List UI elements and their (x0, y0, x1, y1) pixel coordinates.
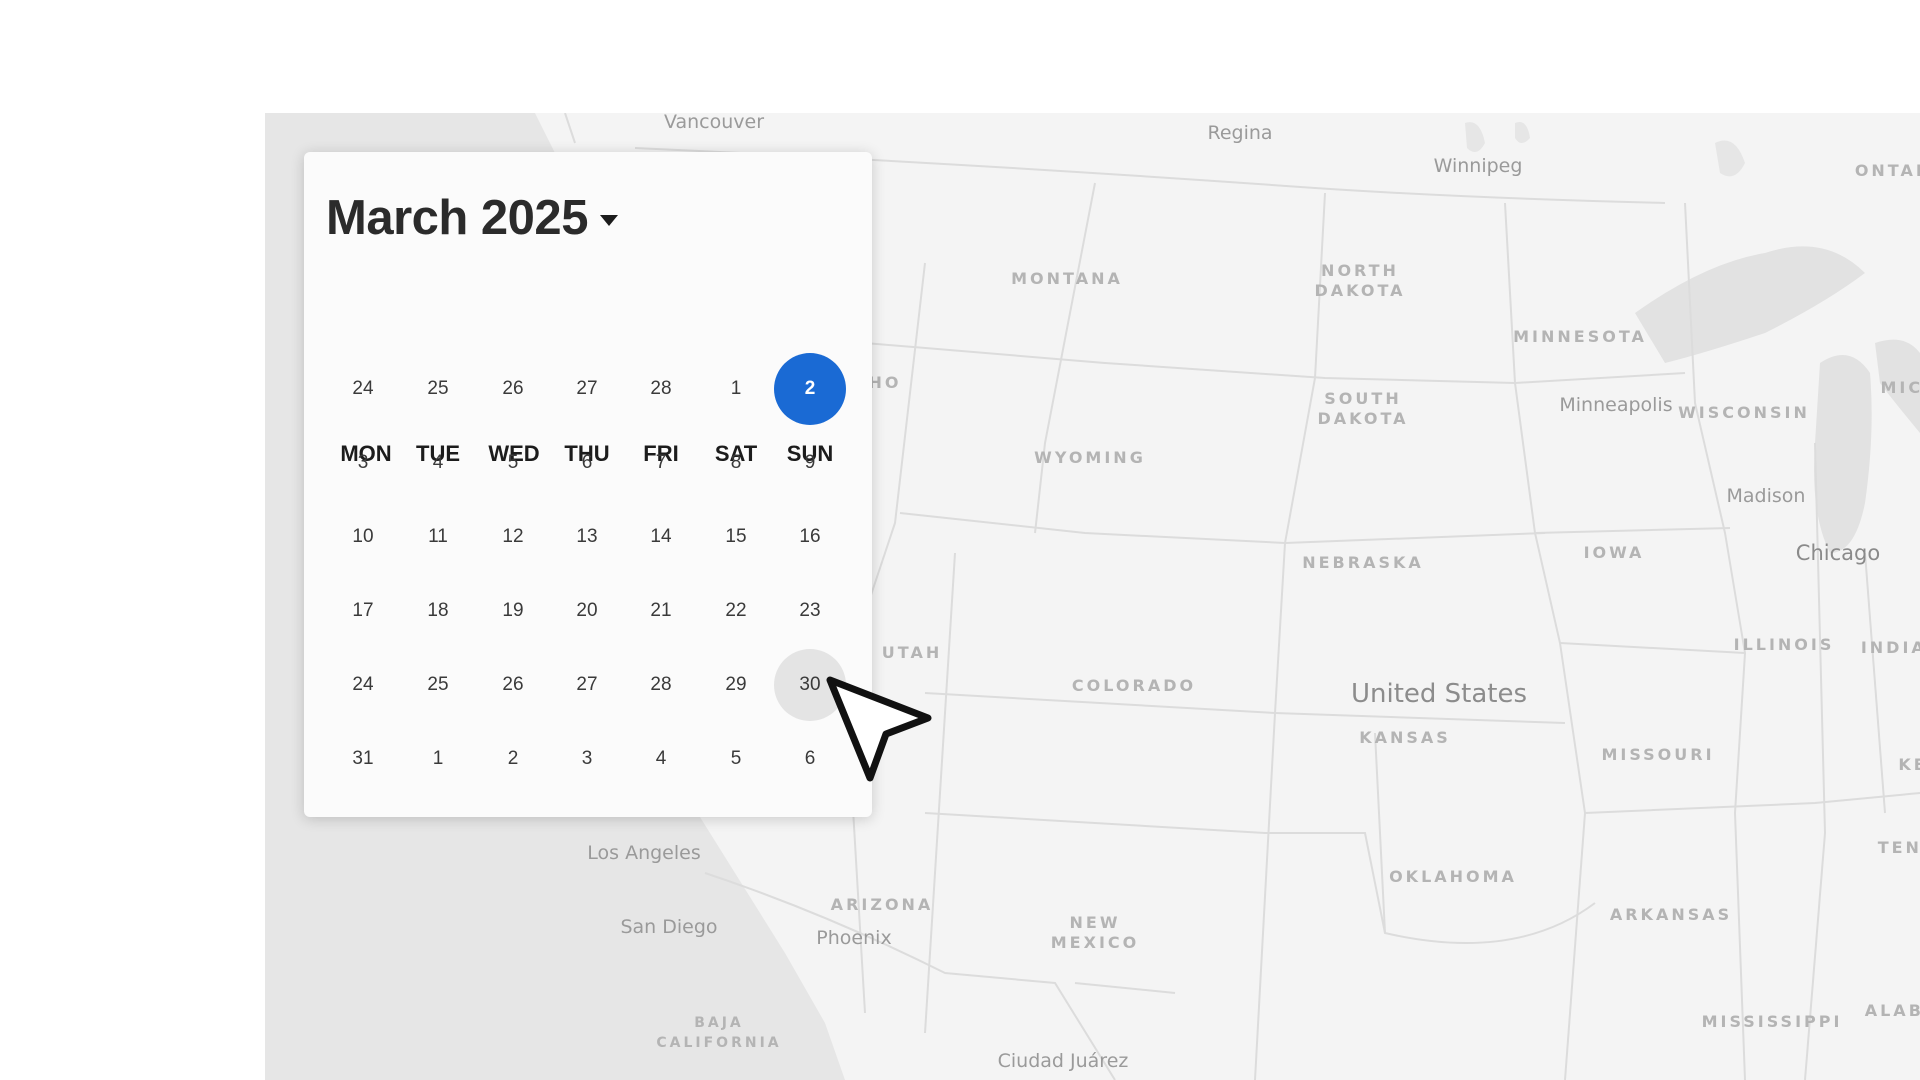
region-label-colorado: COLORADO (1071, 676, 1197, 695)
month-year-selector[interactable]: March 2025 (326, 190, 618, 246)
city-label-minneapolis: Minneapolis (1559, 394, 1673, 416)
calendar-day[interactable]: 4 (625, 723, 697, 795)
calendar-day[interactable]: 10 (327, 501, 399, 573)
region-label-idaho: HO (868, 373, 902, 392)
region-label-iowa: IOWA (1583, 543, 1645, 562)
calendar-day[interactable]: 25 (402, 353, 474, 425)
region-label-baja-california: BAJA CALIFORNIA (656, 1015, 782, 1051)
calendar-day[interactable]: 3 (551, 723, 623, 795)
city-label-san-diego: San Diego (620, 916, 718, 938)
calendar-day[interactable]: 26 (477, 649, 549, 721)
calendar-day[interactable]: 3 (327, 427, 399, 499)
calendar-day[interactable]: 14 (625, 501, 697, 573)
calendar-day[interactable]: 4 (402, 427, 474, 499)
region-label-north-dakota: NORTH DAKOTA (1314, 261, 1406, 300)
calendar-day[interactable]: 5 (700, 723, 772, 795)
calendar-day[interactable]: 24 (327, 649, 399, 721)
calendar-day[interactable]: 27 (551, 649, 623, 721)
calendar-day[interactable]: 17 (327, 575, 399, 647)
region-label-kansas: KANSAS (1359, 728, 1451, 747)
calendar-day[interactable]: 26 (477, 353, 549, 425)
calendar-day[interactable]: 27 (551, 353, 623, 425)
city-label-madison: Madison (1726, 485, 1806, 507)
region-label-utah: UTAH (881, 643, 943, 662)
calendar-day[interactable]: 6 (551, 427, 623, 499)
calendar-day[interactable]: 18 (402, 575, 474, 647)
calendar-day[interactable]: 28 (625, 353, 697, 425)
calendar-day[interactable]: 22 (700, 575, 772, 647)
city-label-chicago: Chicago (1795, 541, 1881, 565)
region-label-indiana: INDIAN (1860, 638, 1920, 657)
city-label-winnipeg: Winnipeg (1433, 155, 1523, 177)
city-label-phoenix: Phoenix (816, 927, 892, 949)
region-label-south-dakota: SOUTH DAKOTA (1317, 389, 1409, 428)
region-label-kentucky: KE (1898, 755, 1920, 774)
calendar-day[interactable]: 5 (477, 427, 549, 499)
calendar-day[interactable]: 9 (774, 427, 846, 499)
region-label-new-mexico: NEW MEXICO (1050, 913, 1140, 952)
region-label-wisconsin: WISCONSIN (1678, 403, 1810, 422)
calendar-day[interactable]: 20 (551, 575, 623, 647)
calendar-day-selected[interactable]: 2 (774, 353, 846, 425)
calendar-day[interactable]: 7 (625, 427, 697, 499)
city-label-los-angeles: Los Angeles (587, 842, 701, 864)
region-label-ontario: ONTAR (1854, 161, 1920, 180)
region-label-mississippi: MISSISSIPPI (1701, 1012, 1843, 1031)
calendar-day[interactable]: 12 (477, 501, 549, 573)
calendar-day[interactable]: 16 (774, 501, 846, 573)
calendar-day[interactable]: 15 (700, 501, 772, 573)
region-label-michigan: MICH (1880, 378, 1920, 397)
calendar-day[interactable]: 28 (625, 649, 697, 721)
calendar-day[interactable]: 19 (477, 575, 549, 647)
region-label-oklahoma: OKLAHOMA (1389, 867, 1517, 886)
month-year-label: March 2025 (326, 191, 588, 245)
region-label-montana: MONTANA (1011, 269, 1123, 288)
region-label-nebraska: NEBRASKA (1302, 553, 1424, 572)
region-label-tennessee: TENN (1877, 838, 1920, 857)
calendar-day[interactable]: 31 (327, 723, 399, 795)
region-label-arkansas: ARKANSAS (1609, 905, 1733, 924)
region-label-illinois: ILLINOIS (1733, 635, 1835, 654)
city-label-vancouver: Vancouver (663, 113, 765, 133)
calendar-day[interactable]: 13 (551, 501, 623, 573)
region-label-missouri: MISSOURI (1601, 745, 1715, 764)
caret-down-icon[interactable] (599, 215, 618, 227)
calendar-day[interactable]: 11 (402, 501, 474, 573)
calendar-day[interactable]: 23 (774, 575, 846, 647)
calendar-day[interactable]: 2 (477, 723, 549, 795)
calendar-day[interactable]: 21 (625, 575, 697, 647)
calendar-day[interactable]: 29 (700, 649, 772, 721)
region-label-wyoming: WYOMING (1034, 448, 1146, 467)
calendar-day[interactable]: 1 (700, 353, 772, 425)
region-label-alabama: ALABA (1864, 1001, 1920, 1020)
calendar-day[interactable]: 8 (700, 427, 772, 499)
date-picker-popup: March 2025 MON TUE WED THU FRI SAT SUN 2… (304, 152, 872, 817)
calendar-day[interactable]: 1 (402, 723, 474, 795)
city-label-ciudad-juarez: Ciudad Juárez (997, 1050, 1129, 1072)
mouse-pointer-icon (826, 676, 932, 782)
city-label-regina: Regina (1207, 122, 1273, 144)
region-label-minnesota: MINNESOTA (1513, 327, 1647, 346)
calendar-day[interactable]: 25 (402, 649, 474, 721)
country-label: United States (1350, 679, 1528, 709)
region-label-arizona: ARIZONA (830, 895, 934, 914)
calendar-day[interactable]: 24 (327, 353, 399, 425)
